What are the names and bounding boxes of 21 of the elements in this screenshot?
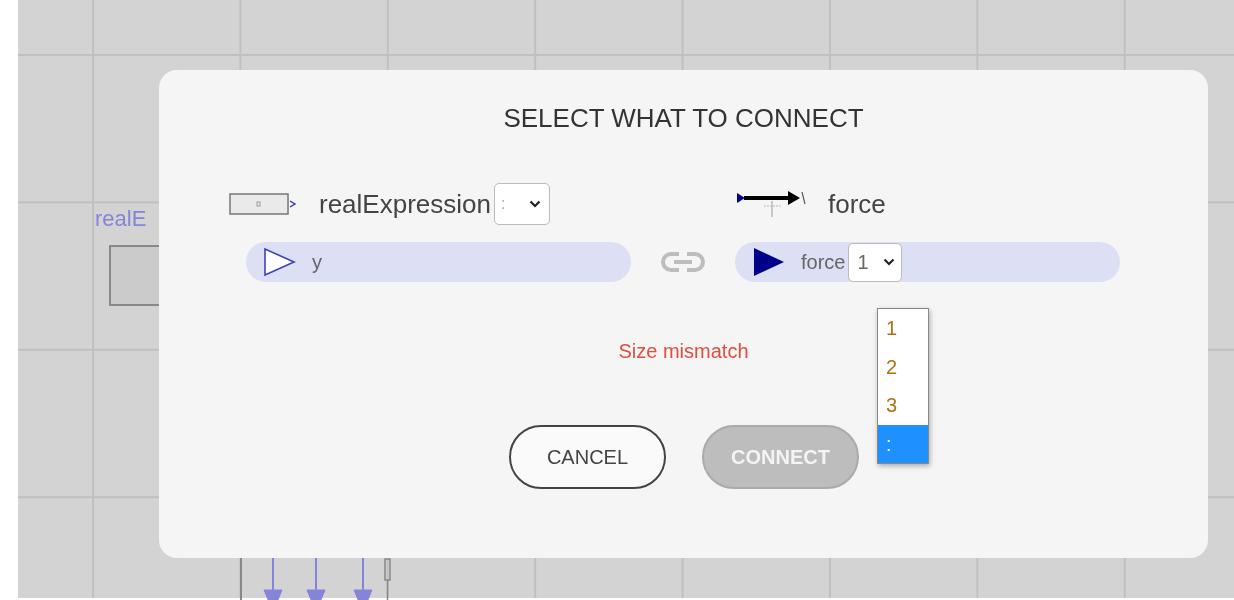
dropdown-option[interactable]: 3 [878,386,928,425]
dropdown-option[interactable]: : [878,424,928,463]
size-select[interactable]: 1 [848,242,903,282]
link-icon [659,249,707,275]
dialog-title: SELECT WHAT TO CONNECT [502,103,865,135]
port-name: y [312,250,322,274]
port-name: force [801,250,846,274]
block-label: realE [95,206,147,232]
chevron-icon [883,258,896,266]
block-icon [229,192,297,216]
chevron-icon [529,200,541,208]
size-select[interactable]: : [494,183,550,225]
component-name: force [828,188,886,220]
port-row[interactable]: y [246,242,631,282]
component-name: realExpression [319,188,491,220]
dropdown-option[interactable]: 1 [878,309,928,348]
port-row[interactable]: force 1 [735,242,1120,282]
dropdown-option[interactable]: 2 [878,347,928,386]
error-message: Size mismatch [618,340,749,364]
dialog-button[interactable]: CANCEL [509,425,666,489]
force-arrow-icon [736,189,806,219]
